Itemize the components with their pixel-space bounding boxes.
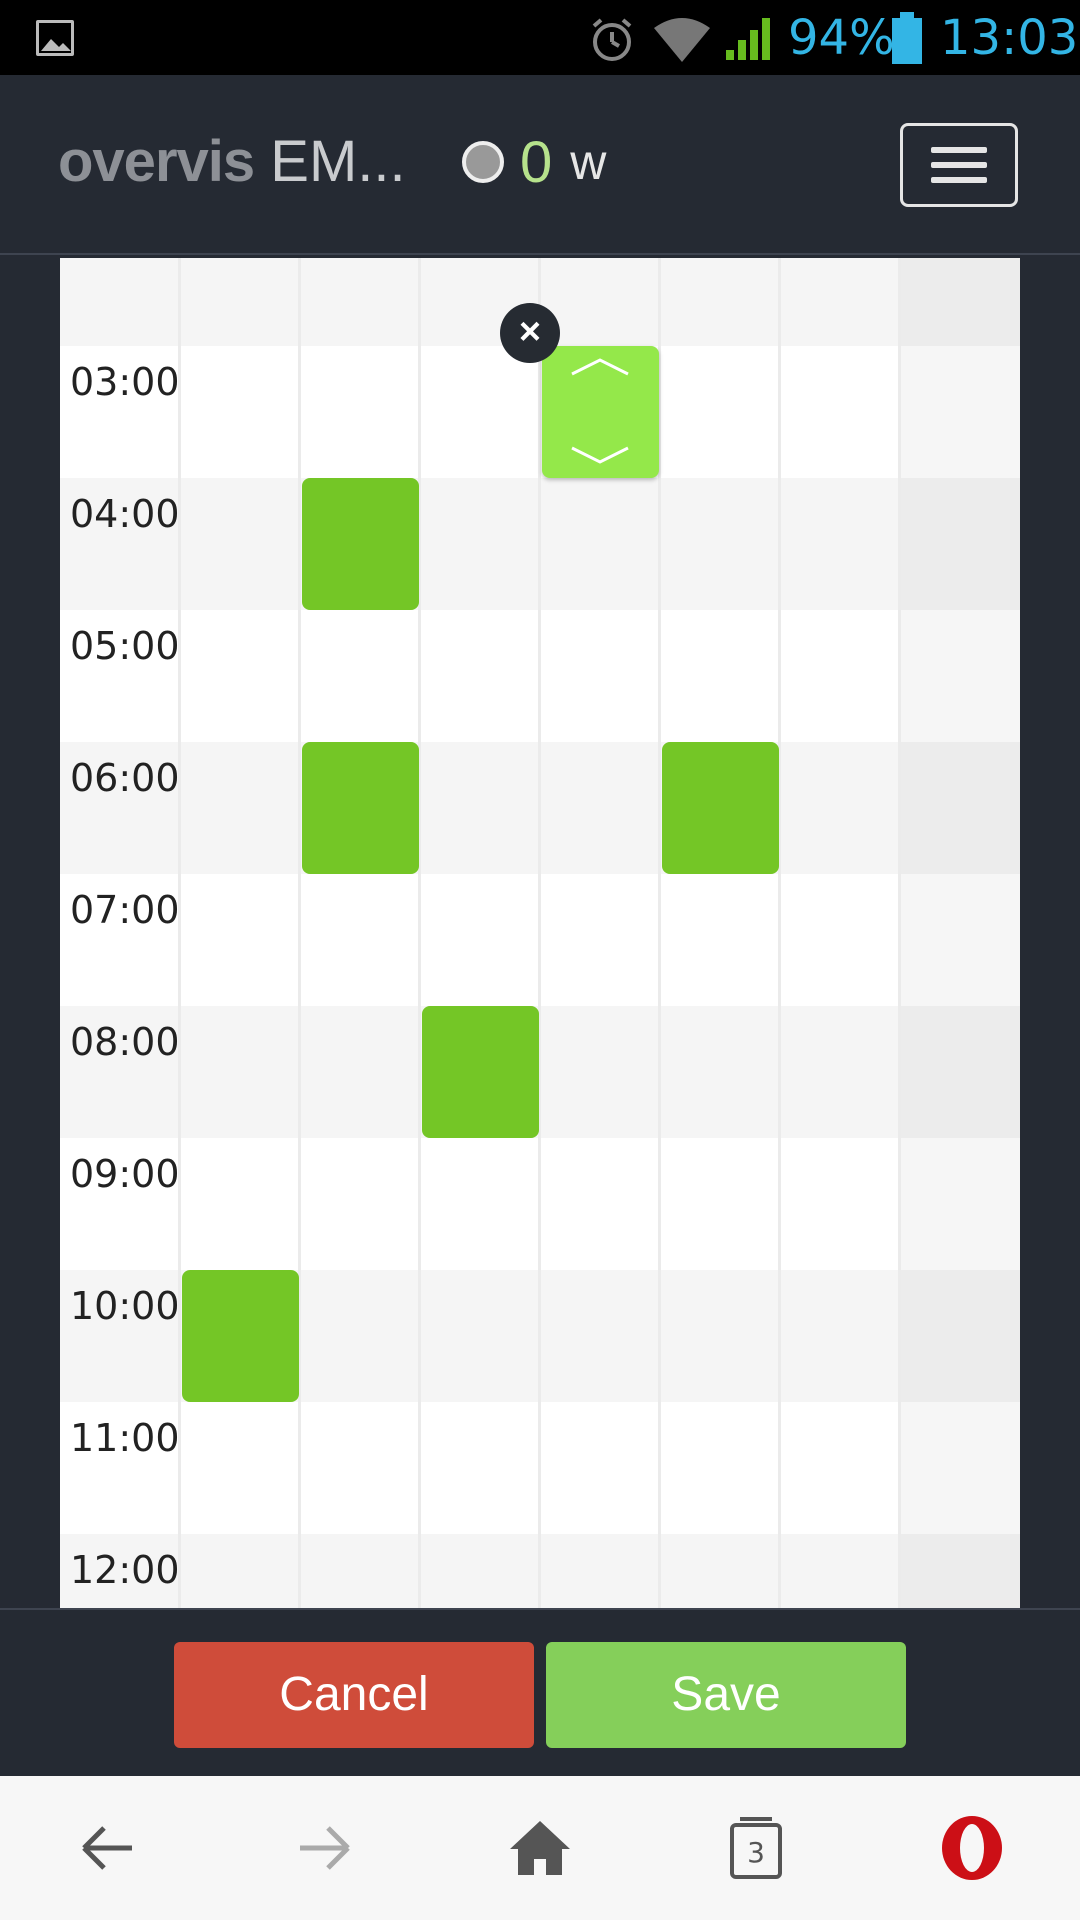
time-label: 10:00 [70, 1284, 180, 1328]
time-label: 11:00 [70, 1416, 180, 1460]
time-label: 06:00 [70, 756, 180, 800]
action-bar: Cancel Save [0, 1608, 1080, 1776]
schedule-grid[interactable]: 03:00 04:00 05:00 06:00 07:00 08:00 09:00 10:00… [60, 258, 1020, 1608]
schedule-block[interactable] [662, 742, 779, 874]
schedule-block[interactable] [302, 742, 419, 874]
gallery-icon [36, 20, 74, 56]
resize-up-handle-icon[interactable] [570, 356, 630, 376]
grid-divider [778, 258, 781, 1608]
grid-divider [178, 258, 181, 1608]
back-arrow-icon[interactable] [72, 1812, 144, 1884]
opera-logo-icon[interactable] [936, 1812, 1008, 1884]
save-button[interactable]: Save [546, 1642, 906, 1748]
time-label: 05:00 [70, 624, 180, 668]
power-unit: w [570, 134, 607, 190]
schedule-block[interactable] [182, 1270, 299, 1402]
brand-title[interactable]: overvis EM... [58, 127, 406, 197]
time-label: 03:00 [70, 360, 180, 404]
resize-down-handle-icon[interactable] [570, 446, 630, 466]
forward-arrow-icon[interactable] [288, 1812, 360, 1884]
time-label: 12:00 [70, 1548, 180, 1592]
selected-schedule-block[interactable] [542, 346, 659, 478]
alarm-icon [592, 18, 632, 61]
schedule-block[interactable] [302, 478, 419, 610]
battery-icon [892, 12, 922, 64]
signal-icon [726, 18, 770, 60]
status-bar: 94% 13:03 [0, 0, 1080, 75]
device-name: EM... [270, 129, 406, 194]
schedule-block[interactable] [422, 1006, 539, 1138]
time-label: 08:00 [70, 1020, 180, 1064]
tab-count: 3 [747, 1836, 765, 1869]
brand-name: overvis [58, 129, 255, 194]
grid-divider [298, 258, 301, 1608]
time-label: 07:00 [70, 888, 180, 932]
wifi-icon [654, 18, 710, 62]
time-label: 04:00 [70, 492, 180, 536]
weekend-column [900, 258, 1020, 1608]
time-label: 09:00 [70, 1152, 180, 1196]
status-dot-icon [462, 141, 504, 183]
power-indicator: 0 w [462, 127, 606, 197]
battery-percent: 94% [788, 10, 895, 66]
cancel-button[interactable]: Cancel [174, 1642, 534, 1748]
close-icon[interactable]: × [500, 303, 560, 363]
status-clock: 13:03 [940, 10, 1079, 66]
hamburger-menu-icon[interactable] [900, 123, 1018, 207]
grid-divider [418, 258, 421, 1608]
home-icon[interactable] [504, 1812, 576, 1884]
grid-divider [898, 258, 901, 1608]
browser-toolbar: 3 [0, 1776, 1080, 1920]
tabs-icon[interactable]: 3 [720, 1812, 792, 1884]
power-value: 0 [520, 129, 553, 195]
app-header: overvis EM... 0 w [0, 75, 1080, 255]
grid-divider [538, 258, 541, 1608]
